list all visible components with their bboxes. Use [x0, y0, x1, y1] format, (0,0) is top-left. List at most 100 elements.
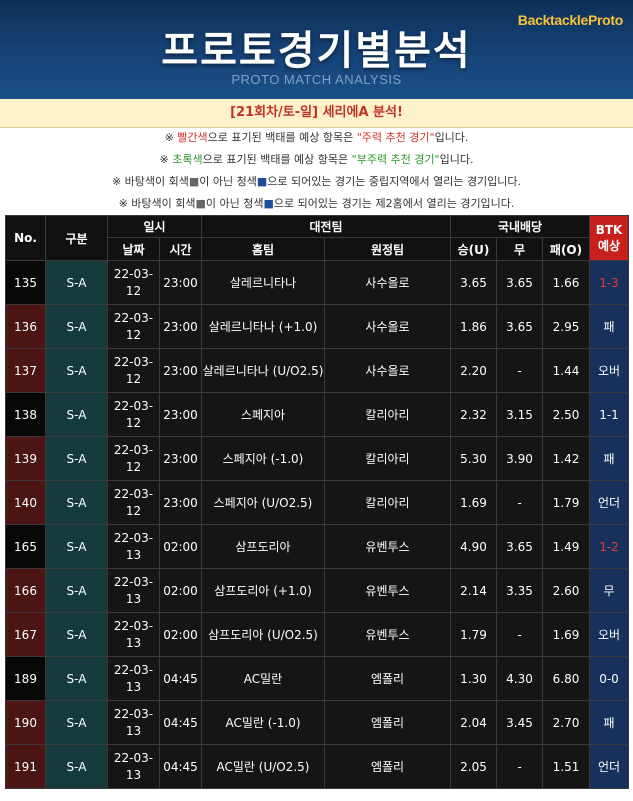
match-date-part: 22-03-: [113, 354, 154, 369]
match-date: 22-03- 12: [107, 348, 160, 393]
odds-lose: 2.70: [541, 700, 591, 745]
table-row: 136 S-A 22-03- 12 23:00 살레르니타나 (+1.0) 사수올로 1.86…: [5, 304, 630, 349]
col-header-datetime: 일시: [107, 215, 202, 238]
match-number: 191: [5, 744, 46, 789]
note-second-home: ※ 바탕색이 회색■이 아닌 청색■으로 되어있는 경기는 제2홈에서 열리는 …: [0, 193, 633, 215]
match-number: 135: [5, 260, 46, 305]
header-banner: BacktackleProto 프로토경기별분석 PROTO MATCH ANA…: [0, 0, 633, 99]
category: S-A: [45, 348, 108, 393]
col-header-lose: 패(O): [541, 237, 591, 261]
home-team: AC밀란: [201, 656, 325, 701]
btk-prediction: 오버: [589, 348, 630, 393]
odds-lose: 1.69: [541, 612, 591, 657]
odds-draw: 3.65: [496, 304, 543, 349]
home-team: AC밀란 (-1.0): [201, 700, 325, 745]
match-time: 04:45: [159, 744, 202, 789]
odds-lose: 2.95: [541, 304, 591, 349]
btk-prediction: 패: [589, 436, 630, 481]
note-highlight-green: "부주력 추천 경기": [351, 153, 440, 166]
match-date-part: 13: [125, 547, 142, 562]
match-date-part: 12: [125, 283, 142, 298]
note-text: 입니다.: [439, 153, 474, 166]
match-number: 189: [5, 656, 46, 701]
table-row: 135 S-A 22-03- 12 23:00 살레르니타나 사수올로 3.65 3.65 1.6…: [5, 260, 630, 305]
btk-prediction: 1-3: [589, 260, 630, 305]
match-date-part: 12: [125, 371, 142, 386]
category: S-A: [45, 656, 108, 701]
match-time: 04:45: [159, 656, 202, 701]
btk-label: BTK: [595, 222, 623, 237]
odds-lose: 1.44: [541, 348, 591, 393]
note-sub-pick: ※ 초록색으로 표기된 백태를 예상 항목은 "부주력 추천 경기"입니다.: [0, 149, 633, 171]
match-date: 22-03- 13: [107, 524, 160, 569]
odds-lose: 1.79: [541, 480, 591, 525]
home-team: 삼프도리아 (+1.0): [201, 568, 325, 613]
col-header-no: No.: [5, 215, 46, 261]
blue-square-icon: ■: [263, 197, 274, 210]
away-team: 사수올로: [324, 260, 451, 305]
legend-notes: ※ 빨간색으로 표기된 백태를 예상 항목은 "주력 추천 경기"입니다. ※ …: [0, 127, 633, 215]
note-text: 으로 되어있는 경기는 제2홈에서 열리는 경기입니다.: [273, 197, 515, 210]
odds-win: 1.30: [450, 656, 497, 701]
odds-win: 2.20: [450, 348, 497, 393]
odds-draw: -: [496, 348, 543, 393]
away-team: 사수올로: [324, 348, 451, 393]
blue-square-icon: ■: [256, 175, 268, 188]
col-header-win: 승(U): [450, 237, 497, 261]
match-date-part: 13: [125, 723, 142, 738]
match-time: 23:00: [159, 480, 202, 525]
match-date-part: 12: [125, 503, 142, 518]
match-number: 167: [5, 612, 46, 657]
odds-lose: 1.51: [541, 744, 591, 789]
match-date-part: 22-03-: [113, 398, 154, 413]
match-date-part: 22-03-: [113, 750, 154, 765]
table-row: 139 S-A 22-03- 12 23:00 스페지아 (-1.0) 칼리아리 5.30 3.…: [5, 436, 630, 481]
odds-draw: -: [496, 744, 543, 789]
match-number: 138: [5, 392, 46, 437]
match-number: 139: [5, 436, 46, 481]
away-team: 엠폴리: [324, 744, 451, 789]
table-row: 167 S-A 22-03- 13 02:00 삼프도리아 (U/O2.5) 유벤투스 1.7…: [5, 612, 630, 657]
match-date-part: 22-03-: [113, 618, 154, 633]
page-subtitle: PROTO MATCH ANALYSIS: [231, 72, 402, 87]
match-date-part: 12: [125, 327, 142, 342]
home-team: 스페지아 (-1.0): [201, 436, 325, 481]
col-header-time: 시간: [159, 237, 202, 261]
btk-prediction: 패: [589, 304, 630, 349]
match-date: 22-03- 13: [107, 656, 160, 701]
match-date-part: 22-03-: [113, 266, 154, 281]
category: S-A: [45, 392, 108, 437]
page: { "banner": { "logo": "BacktackleProto",…: [0, 0, 633, 801]
odds-draw: 3.45: [496, 700, 543, 745]
away-team: 칼리아리: [324, 392, 451, 437]
table-header-row: No. 구분 일시 대전팀 국내배당 BTK 예상: [5, 215, 630, 261]
match-rows: 135 S-A 22-03- 12 23:00 살레르니타나 사수올로 3.65 3.65 1.6…: [5, 260, 630, 789]
table-row: 189 S-A 22-03- 13 04:45 AC밀란 엠폴리 1.30 4.30 6.80 0-…: [5, 656, 630, 701]
match-date-part: 22-03-: [113, 486, 154, 501]
odds-win: 2.04: [450, 700, 497, 745]
col-header-btk: BTK 예상: [589, 215, 630, 261]
odds-draw: 3.90: [496, 436, 543, 481]
note-text: 으로 되어있는 경기는 중립지역에서 열리는 경기입니다.: [267, 175, 522, 188]
odds-draw: -: [496, 612, 543, 657]
match-time: 02:00: [159, 568, 202, 613]
match-date-part: 13: [125, 591, 142, 606]
note-main-pick: ※ 빨간색으로 표기된 백태를 예상 항목은 "주력 추천 경기"입니다.: [0, 127, 633, 149]
match-date-part: 12: [125, 415, 142, 430]
home-team: 삼프도리아 (U/O2.5): [201, 612, 325, 657]
away-team: 유벤투스: [324, 612, 451, 657]
away-team: 엠폴리: [324, 656, 451, 701]
home-team: 살레르니타나 (+1.0): [201, 304, 325, 349]
match-number: 165: [5, 524, 46, 569]
col-header-away: 원정팀: [324, 237, 451, 261]
odds-lose: 1.42: [541, 436, 591, 481]
note-text: ※: [164, 131, 178, 144]
category: S-A: [45, 524, 108, 569]
btk-sublabel: 예상: [597, 238, 621, 253]
note-highlight-red: 빨간색: [177, 131, 208, 144]
odds-win: 1.69: [450, 480, 497, 525]
page-title: 프로토경기별분석: [161, 28, 472, 74]
note-text: 입니다.: [434, 131, 469, 144]
match-number: 140: [5, 480, 46, 525]
category: S-A: [45, 612, 108, 657]
